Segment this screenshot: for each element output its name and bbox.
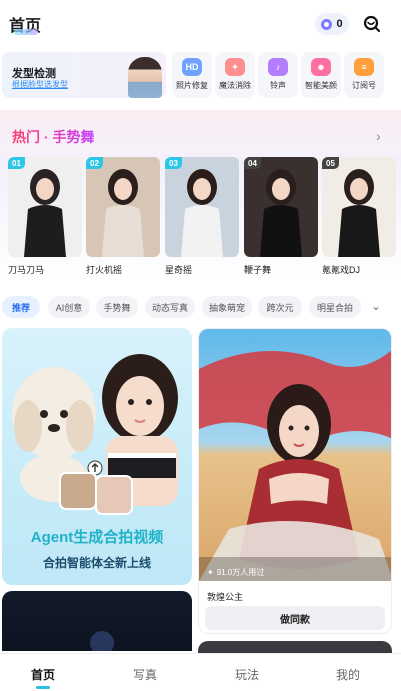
feed-card-agent[interactable]: Agent生成合拍视频 合拍智能体全新上线: [2, 328, 192, 585]
tool-label: 订阅号: [352, 81, 376, 90]
nav-tab[interactable]: 写真: [115, 666, 175, 683]
hot-title: 热门 · 手势舞: [12, 129, 95, 145]
dance-label[interactable]: 星奇摇: [165, 263, 192, 276]
agent-card-subtitle: 合拍智能体全新上线: [42, 556, 151, 570]
subscription-icon: ≡: [354, 58, 374, 76]
search-icon: [363, 15, 381, 33]
agent-card-illustration: [12, 354, 178, 515]
nav-active-indicator: [36, 686, 50, 689]
bell-icon: ♪: [268, 58, 288, 76]
magic-eraser-icon: ✦: [225, 58, 245, 76]
chip-tab[interactable]: 抽象萌宠: [202, 296, 252, 318]
coin-count: 0: [336, 18, 343, 30]
nav-tab[interactable]: 玩法: [217, 666, 277, 683]
nav-tab[interactable]: 我的: [318, 666, 378, 683]
dance-label[interactable]: 刀马刀马: [8, 263, 44, 276]
beauty-icon: ☻: [311, 58, 331, 76]
tool-label: 魔法消除: [219, 81, 251, 90]
rank-badge: 01: [8, 157, 25, 169]
dunhuang-image: [199, 329, 391, 581]
tool-beauty[interactable]: ☻ 智能美颜: [301, 52, 341, 98]
nav-tab[interactable]: 首页: [13, 666, 73, 683]
dark-card-image: [90, 631, 114, 651]
feed-card-dark[interactable]: [2, 591, 192, 651]
make-same-button[interactable]: 做同款: [205, 606, 385, 630]
dance-card[interactable]: 02: [86, 157, 160, 257]
dunhuang-title: 敦煌公主: [207, 592, 244, 602]
tool-label: 智能美颜: [305, 81, 337, 90]
dance-label[interactable]: 鞭子舞: [244, 263, 271, 276]
feature-avatar-image: [128, 57, 162, 98]
header: 首页 0: [0, 0, 401, 46]
dance-label[interactable]: 打火机摇: [86, 263, 122, 276]
agent-card-title: Agent生成合拍视频: [30, 529, 164, 546]
feature-row: 发型检测 根据脸型选发型 HD 照片修复 ✦ 魔法消除 ♪ 铃声 ☻ 智能美颜 ≡ 订阅号: [0, 52, 401, 98]
rank-badge: 03: [165, 157, 182, 169]
dance-card[interactable]: 01: [8, 157, 82, 257]
chip-tab[interactable]: 推荐: [2, 296, 40, 318]
chip-tab[interactable]: 跨次元: [258, 296, 302, 318]
bottom-nav: 首页 写真 玩法 我的: [0, 653, 401, 691]
tool-subscription[interactable]: ≡ 订阅号: [344, 52, 384, 98]
photo-restore-icon: HD: [182, 58, 202, 76]
tool-photo-restore[interactable]: HD 照片修复: [172, 52, 212, 98]
coin-balance-button[interactable]: 0: [315, 13, 349, 35]
dance-thumbnail: [165, 157, 239, 257]
tool-magic-eraser[interactable]: ✦ 魔法消除: [215, 52, 255, 98]
tool-label: 铃声: [270, 81, 286, 90]
category-tabs: 推荐 AI创意 手势舞 动态写真 抽象萌宠 跨次元 明星合拍 ⌄: [0, 296, 401, 320]
rank-badge: 02: [86, 157, 103, 169]
tool-bell[interactable]: ♪ 铃声: [258, 52, 298, 98]
dance-thumbnail: [86, 157, 160, 257]
dance-thumbnail: [8, 157, 82, 257]
hot-more-chevron-icon[interactable]: ›: [376, 128, 381, 144]
rank-badge: 04: [244, 157, 261, 169]
feature-subtitle: 根据脸型选发型: [12, 80, 68, 89]
dance-card[interactable]: 04: [244, 157, 318, 257]
dance-thumbnail: [244, 157, 318, 257]
tool-label: 照片修复: [176, 81, 208, 90]
dance-card[interactable]: 05: [322, 157, 396, 257]
dance-thumbnail: [322, 157, 396, 257]
feed-card-partial[interactable]: [198, 641, 392, 653]
dance-label[interactable]: 氪氪戏DJ: [322, 263, 360, 276]
hot-section: 热门 · 手势舞 › 01 刀马刀马 02 打火机摇 03 星奇摇 04 鞭子舞 05 氪氪戏DJ: [0, 110, 401, 282]
sparkle-icon: ✦: [207, 568, 214, 577]
chevron-down-icon[interactable]: ⌄: [371, 299, 381, 313]
coin-icon: [321, 18, 333, 30]
chip-tab[interactable]: AI创意: [48, 296, 90, 318]
rank-badge: 05: [322, 157, 339, 169]
hairstyle-detect-card[interactable]: 发型检测 根据脸型选发型: [2, 52, 166, 98]
search-button[interactable]: [360, 12, 384, 36]
dance-card[interactable]: 03: [165, 157, 239, 257]
chip-tab[interactable]: 动态写真: [145, 296, 195, 318]
feed-card-dunhuang[interactable]: ✦ 91.0万人用过 敦煌公主 做同款: [198, 328, 392, 634]
usage-count: ✦ 91.0万人用过: [207, 567, 264, 578]
chip-tab[interactable]: 明星合拍: [309, 296, 361, 318]
title-underline: [14, 29, 38, 35]
usage-text: 91.0万人用过: [216, 568, 265, 577]
chip-tab[interactable]: 手势舞: [96, 296, 138, 318]
